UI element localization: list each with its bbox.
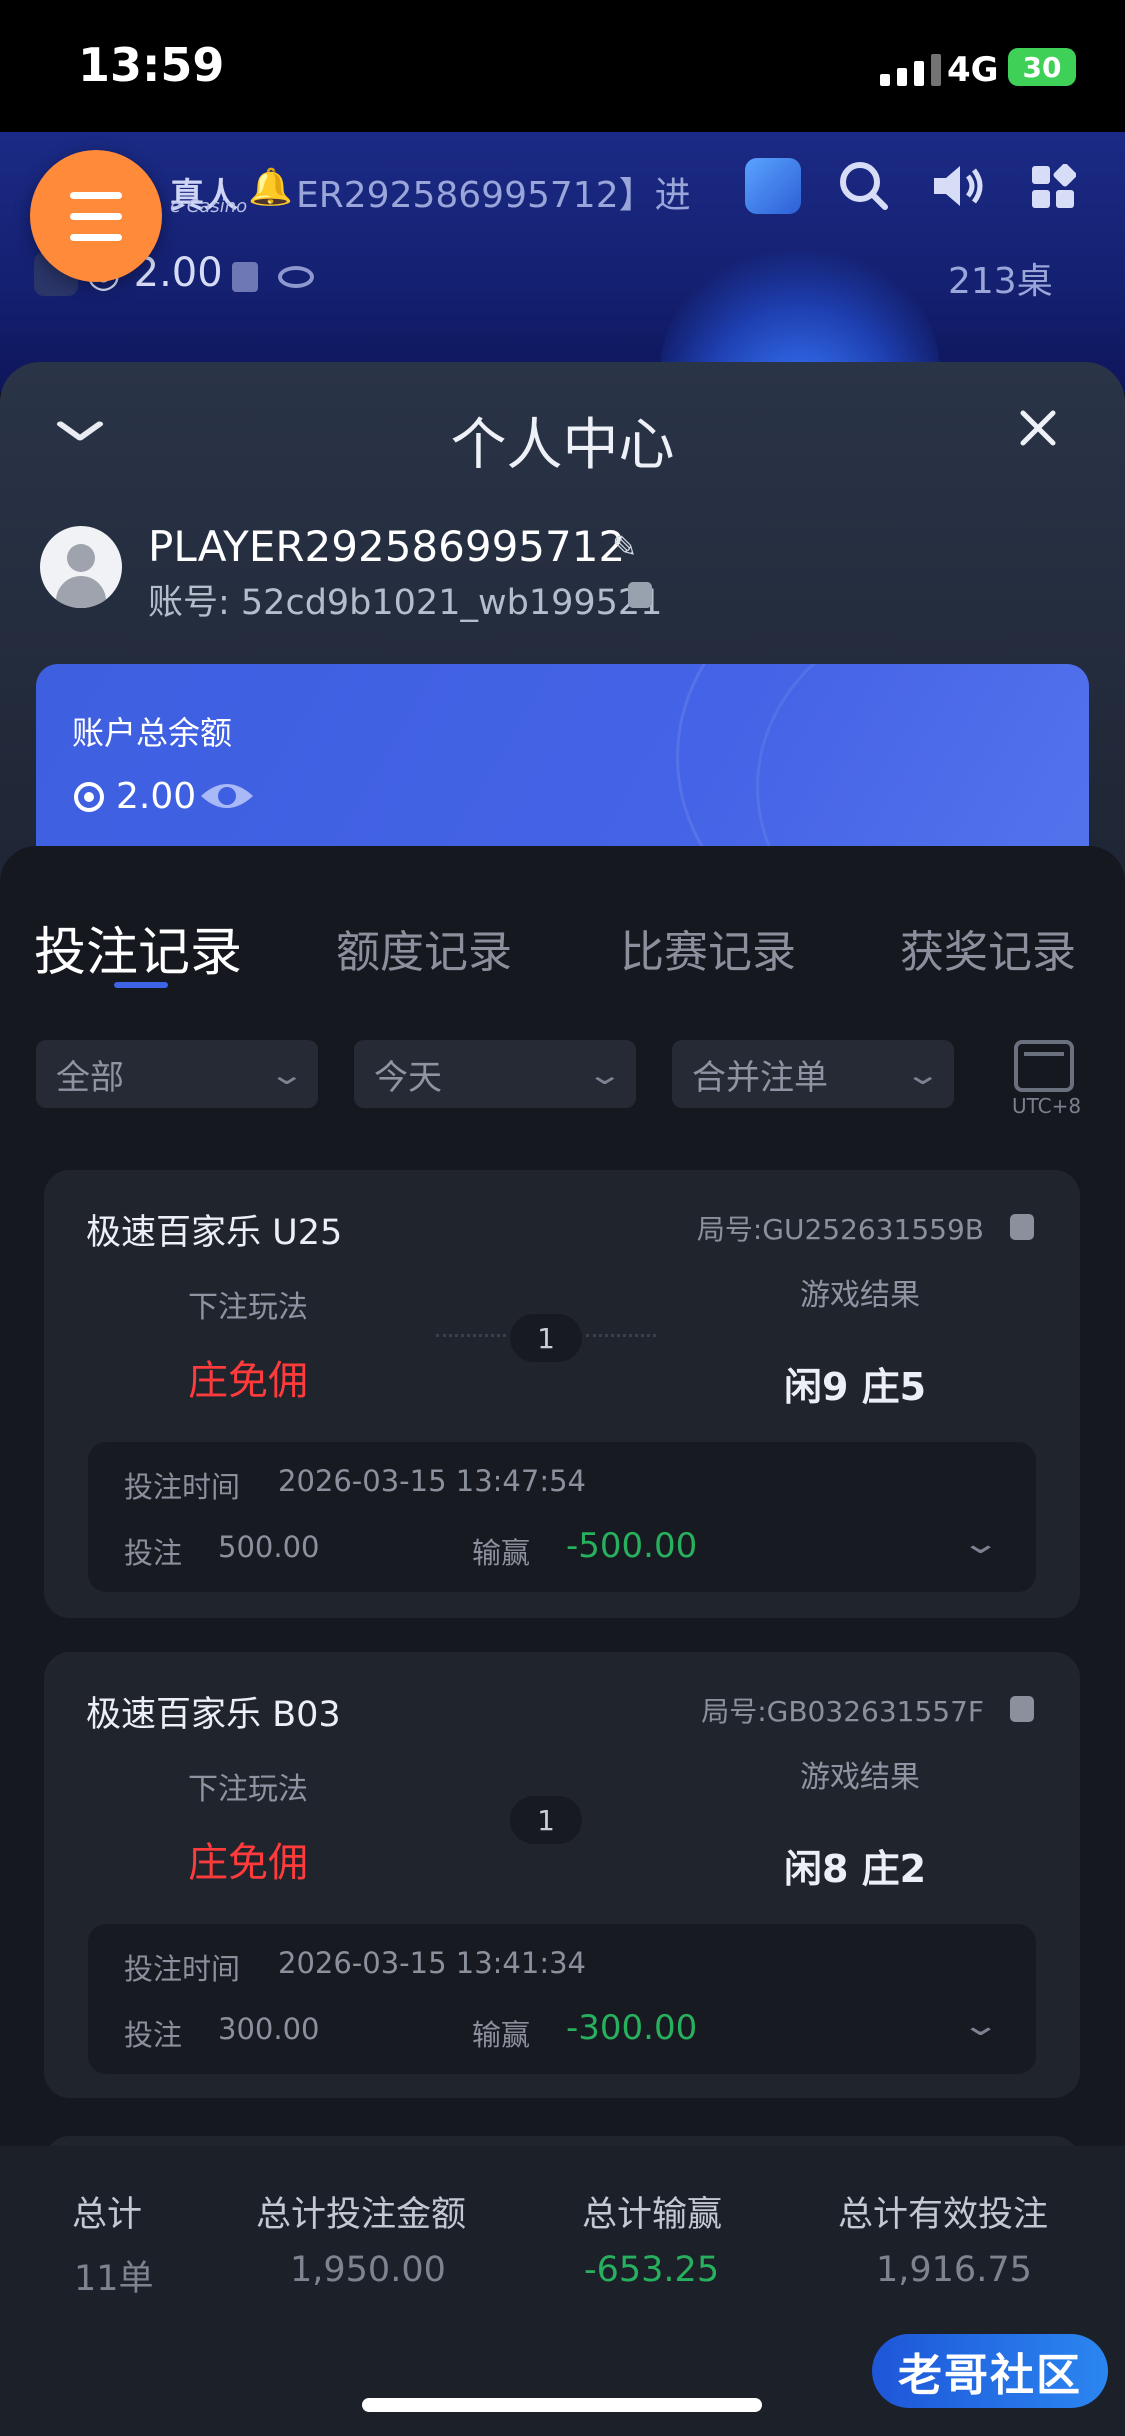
balance-value: 2.00 bbox=[116, 776, 197, 817]
table-count: 213桌 bbox=[948, 261, 1053, 302]
marquee-text: ER292586995712】进 bbox=[296, 175, 691, 216]
winloss-value: -500.00 bbox=[566, 1526, 698, 1566]
grid-menu-icon[interactable] bbox=[1030, 163, 1077, 221]
summary-count-value: 11单 bbox=[74, 2259, 154, 2299]
bet-detail: 投注时间 2026-03-15 13:47:54 投注 500.00 输赢 -5… bbox=[88, 1442, 1036, 1592]
game-result: 闲8 庄2 bbox=[784, 1847, 927, 1891]
watermark-logo: 老哥社区 bbox=[872, 2334, 1108, 2408]
bet-type-label: 下注玩法 bbox=[188, 1290, 308, 1325]
wallet-icon bbox=[232, 262, 258, 292]
eye-icon[interactable] bbox=[278, 266, 314, 288]
tab-bet-records[interactable]: 投注记录 bbox=[34, 910, 242, 985]
summary-valid-label: 总计有效投注 bbox=[838, 2195, 1049, 2235]
chevron-down-icon: ⌄ bbox=[267, 1057, 306, 1091]
status-time: 13:59 bbox=[78, 38, 225, 92]
bet-time-value: 2026-03-15 13:47:54 bbox=[278, 1464, 586, 1498]
winloss-label: 输赢 bbox=[472, 1536, 531, 1570]
filter-date-value: 今天 bbox=[374, 1057, 442, 1098]
round-number: 局号:GU252631559B bbox=[696, 1213, 984, 1246]
player-name: PLAYER292586995712 bbox=[148, 522, 626, 571]
divider bbox=[436, 1334, 506, 1337]
bet-count-badge: 1 bbox=[510, 1314, 582, 1362]
menu-button[interactable] bbox=[30, 150, 162, 282]
summary-valid-value: 1,916.75 bbox=[876, 2250, 1032, 2290]
tab-prize-records[interactable]: 获奖记录 bbox=[900, 916, 1076, 980]
battery-level: 30 bbox=[1022, 50, 1062, 84]
copy-icon[interactable] bbox=[628, 582, 652, 608]
divider bbox=[586, 1334, 656, 1337]
chip-icon bbox=[74, 782, 104, 812]
battery-icon: 30 bbox=[1008, 48, 1076, 86]
app-logo-icon[interactable] bbox=[745, 158, 801, 214]
bet-amount-label: 投注 bbox=[124, 2018, 183, 2052]
filter-date-select[interactable]: 今天 ⌄ bbox=[354, 1040, 636, 1108]
result-label: 游戏结果 bbox=[800, 1278, 920, 1313]
filter-type-select[interactable]: 全部 ⌄ bbox=[36, 1040, 318, 1108]
filter-merge-select[interactable]: 合并注单 ⌄ bbox=[672, 1040, 954, 1108]
bell-icon: 🔔 bbox=[248, 167, 293, 208]
bet-amount-value: 500.00 bbox=[218, 1530, 320, 1564]
menu-line bbox=[70, 191, 122, 199]
game-name: 极速百家乐 B03 bbox=[86, 1695, 341, 1735]
bet-amount-label: 投注 bbox=[124, 1536, 183, 1570]
bet-type-value: 庄免佣 bbox=[188, 1840, 308, 1886]
balance-title: 账户总余额 bbox=[72, 714, 233, 752]
result-label: 游戏结果 bbox=[800, 1760, 920, 1795]
volume-icon[interactable] bbox=[930, 160, 986, 223]
bet-type-value: 庄免佣 bbox=[188, 1358, 308, 1404]
panel-title: 个人中心 bbox=[450, 413, 675, 478]
chevron-down-icon: ⌄ bbox=[585, 1057, 624, 1091]
chevron-down-icon: ⌄ bbox=[903, 1057, 942, 1091]
bet-record-card[interactable]: 极速百家乐 U25 局号:GU252631559B 下注玩法 游戏结果 庄免佣 … bbox=[44, 1170, 1080, 1618]
account-id: 账号: 52cd9b1021_wb199521 bbox=[148, 583, 663, 623]
bet-detail: 投注时间 2026-03-15 13:41:34 投注 300.00 输赢 -3… bbox=[88, 1924, 1036, 2074]
summary-winloss-label: 总计输赢 bbox=[582, 2195, 723, 2235]
home-indicator[interactable] bbox=[362, 2398, 762, 2412]
brand-subtitle: e Casino bbox=[170, 196, 248, 217]
winloss-value: -300.00 bbox=[566, 2008, 698, 2048]
winloss-label: 输赢 bbox=[472, 2018, 531, 2052]
bet-record-card[interactable]: 极速百家乐 B03 局号:GB032631557F 下注玩法 游戏结果 庄免佣 … bbox=[44, 1652, 1080, 2098]
game-result: 闲9 庄5 bbox=[784, 1365, 927, 1409]
menu-line bbox=[70, 212, 122, 220]
bet-count-badge: 1 bbox=[510, 1796, 582, 1844]
copy-icon[interactable] bbox=[1010, 1696, 1034, 1722]
bet-type-label: 下注玩法 bbox=[188, 1772, 308, 1807]
round-number: 局号:GB032631557F bbox=[701, 1695, 984, 1728]
edit-pencil-icon[interactable]: ✎ bbox=[612, 530, 637, 565]
expand-chevron-icon[interactable]: ⌄ bbox=[960, 1526, 1000, 1561]
close-icon[interactable] bbox=[1018, 398, 1058, 461]
summary-winloss-value: -653.25 bbox=[584, 2250, 720, 2290]
timezone-label: UTC+8 bbox=[1012, 1094, 1082, 1118]
calendar-clock-icon[interactable] bbox=[1014, 1040, 1074, 1092]
bet-time-label: 投注时间 bbox=[124, 1470, 241, 1504]
tab-indicator bbox=[114, 982, 168, 988]
menu-line bbox=[70, 233, 122, 241]
tab-match-records[interactable]: 比赛记录 bbox=[620, 916, 796, 980]
summary-count-label: 总计 bbox=[72, 2195, 143, 2235]
tab-credit-records[interactable]: 额度记录 bbox=[336, 916, 512, 980]
eye-icon[interactable] bbox=[198, 778, 256, 814]
copy-icon[interactable] bbox=[1010, 1214, 1034, 1240]
filter-type-value: 全部 bbox=[56, 1057, 124, 1098]
search-icon[interactable] bbox=[838, 160, 890, 223]
avatar bbox=[40, 526, 122, 608]
summary-bet-total-value: 1,950.00 bbox=[290, 2250, 446, 2290]
bet-time-label: 投注时间 bbox=[124, 1952, 241, 1986]
summary-bet-total-label: 总计投注金额 bbox=[256, 2195, 467, 2235]
network-label: 4G bbox=[947, 50, 999, 90]
game-name: 极速百家乐 U25 bbox=[86, 1213, 343, 1253]
filter-merge-value: 合并注单 bbox=[692, 1057, 828, 1098]
signal-icon bbox=[880, 52, 941, 86]
expand-chevron-icon[interactable]: ⌄ bbox=[960, 2008, 1000, 2043]
bet-time-value: 2026-03-15 13:41:34 bbox=[278, 1946, 586, 1980]
bet-amount-value: 300.00 bbox=[218, 2012, 320, 2046]
